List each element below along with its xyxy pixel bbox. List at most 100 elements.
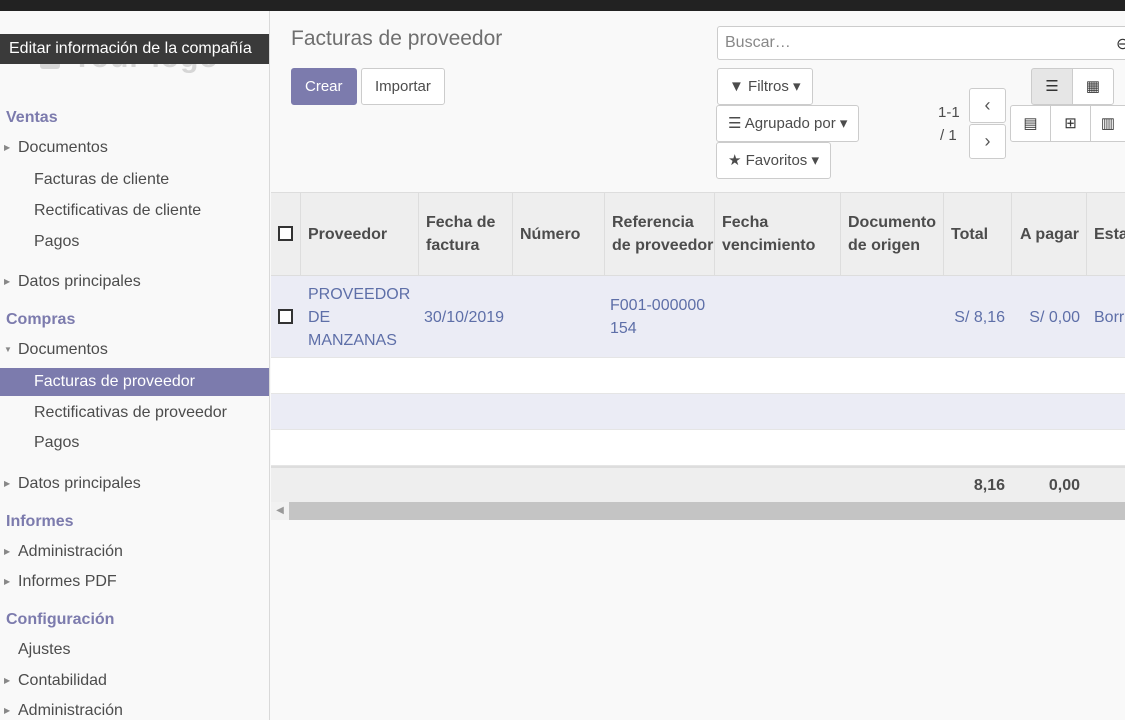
sidebar-item-datos-principales-compras[interactable]: ▶ Datos principales (0, 470, 269, 498)
pager-next-button[interactable]: › (969, 124, 1006, 159)
col-header-origen[interactable]: Documento de origen (841, 193, 944, 275)
import-button[interactable]: Importar (361, 68, 445, 105)
pivot-view-button[interactable]: ⊞ (1050, 105, 1091, 142)
sidebar-item-rectificativas-proveedor[interactable]: Rectificativas de proveedor (0, 399, 269, 427)
favorites-dropdown[interactable]: ★ Favoritos ▾ (716, 142, 832, 179)
filter-icon: ▼ (729, 78, 744, 95)
list-view-button[interactable]: ☰ (1031, 68, 1073, 105)
section-compras[interactable]: Compras (6, 311, 75, 329)
sidebar-item-label: Pagos (34, 434, 80, 451)
table-header: Proveedor Fecha de factura Número Refere… (271, 192, 1125, 276)
pager-range[interactable]: 1-1 (938, 104, 960, 121)
caret-down-icon: ▾ (839, 115, 848, 132)
caret-right-icon: ▶ (4, 479, 11, 488)
groupby-dropdown[interactable]: ☰ Agrupado por ▾ (716, 105, 860, 142)
sidebar-item-label: Contabilidad (18, 672, 107, 689)
caret-right-icon: ▶ (4, 143, 11, 152)
main-content: Facturas de proveedor Crear Importar Bus… (271, 11, 1125, 720)
calendar-view-button[interactable]: ▤ (1010, 105, 1051, 142)
sidebar-item-pagos-compras[interactable]: Pagos (0, 429, 269, 457)
sidebar-item-documentos-ventas[interactable]: ▶ Documentos (0, 134, 269, 162)
empty-row (271, 430, 1125, 466)
section-informes[interactable]: Informes (6, 513, 74, 531)
bar-chart-icon: ▥ (1100, 115, 1116, 132)
cell-vencimiento (715, 276, 841, 358)
table-row[interactable]: PROVEEDOR DE MANZANAS 30/10/2019 F001-00… (271, 276, 1125, 358)
sidebar-item-facturas-proveedor[interactable]: Facturas de proveedor (0, 368, 269, 396)
chevron-right-icon: › (984, 131, 991, 151)
company-logo[interactable]: Your logo Editar información de la compa… (0, 11, 269, 91)
sidebar-item-label: Pagos (34, 233, 80, 250)
sidebar-item-label: Facturas de cliente (34, 171, 170, 188)
caret-right-icon: ▶ (4, 577, 11, 586)
sidebar-item-contabilidad[interactable]: ▶ Contabilidad (0, 667, 269, 695)
sidebar-item-label: Rectificativas de cliente (34, 202, 202, 219)
section-configuracion[interactable]: Configuración (6, 611, 114, 629)
graph-view-button[interactable]: ▥ (1090, 105, 1125, 142)
sidebar-item-label: Datos principales (18, 475, 141, 492)
col-header-fecha-factura[interactable]: Fecha de factura (419, 193, 513, 275)
sidebar-item-datos-principales-ventas[interactable]: ▶ Datos principales (0, 268, 269, 296)
sidebar-item-label: Documentos (18, 341, 108, 358)
col-header-proveedor[interactable]: Proveedor (301, 193, 419, 275)
sidebar-item-ajustes[interactable]: Ajustes (0, 636, 269, 664)
favorites-label: Favoritos (745, 152, 808, 169)
sidebar-item-label: Ajustes (18, 641, 71, 658)
sidebar-item-pagos-ventas[interactable]: Pagos (0, 228, 269, 256)
page-title: Facturas de proveedor (291, 27, 503, 50)
cell-total: S/ 8,16 (954, 308, 1005, 326)
list-icon: ☰ (1045, 78, 1059, 95)
cell-estado: Borra (1094, 308, 1125, 326)
search-icon[interactable]: ⊖ (1116, 34, 1125, 54)
cell-fecha-factura: 30/10/2019 (424, 308, 505, 326)
cell-a-pagar: S/ 0,00 (1029, 308, 1080, 326)
pager-previous-button[interactable]: ‹ (969, 88, 1006, 123)
cell-origen (841, 276, 944, 358)
caret-down-icon: ▾ (793, 78, 801, 95)
star-icon: ★ (728, 152, 742, 169)
col-header-estado[interactable]: Esta (1087, 193, 1125, 275)
bars-icon: ☰ (728, 115, 742, 132)
cell-numero (513, 276, 605, 358)
edit-company-tooltip: Editar información de la compañía (0, 34, 269, 64)
caret-down-icon: ▼ (4, 345, 12, 354)
pager-total: / 1 (940, 127, 957, 144)
caret-right-icon: ▶ (4, 706, 11, 715)
sidebar-item-administracion-informes[interactable]: ▶ Administración (0, 538, 269, 566)
horizontal-scrollbar[interactable]: ◀ (271, 502, 1125, 520)
sidebar-item-label: Facturas de proveedor (34, 373, 195, 390)
sidebar-item-administracion-config[interactable]: ▶ Administración (0, 697, 269, 720)
row-checkbox[interactable] (278, 309, 293, 324)
filters-label: Filtros (748, 78, 789, 95)
grid-icon: ▦ (1085, 78, 1101, 95)
col-header-numero[interactable]: Número (513, 193, 605, 275)
col-header-total[interactable]: Total (944, 193, 1012, 275)
caret-right-icon: ▶ (4, 547, 11, 556)
sidebar-item-informes-pdf[interactable]: ▶ Informes PDF (0, 568, 269, 596)
sidebar-item-rectificativas-cliente[interactable]: Rectificativas de cliente (0, 197, 269, 225)
section-ventas[interactable]: Ventas (6, 109, 58, 127)
col-header-a-pagar[interactable]: A pagar (1012, 193, 1087, 275)
cell-proveedor[interactable]: PROVEEDOR DE MANZANAS (301, 276, 419, 358)
cell-referencia: F001-000000154 (610, 297, 706, 337)
search-input[interactable]: Buscar… (717, 26, 1125, 60)
footer-a-pagar: 0,00 (1048, 477, 1080, 494)
sidebar-item-label: Administración (18, 702, 123, 719)
caret-right-icon: ▶ (4, 277, 11, 286)
col-header-vencimiento[interactable]: Fecha vencimiento (715, 193, 841, 275)
filters-dropdown[interactable]: ▼ Filtros ▾ (717, 68, 813, 105)
sidebar-item-facturas-cliente[interactable]: Facturas de cliente (0, 166, 269, 194)
sidebar-item-documentos-compras[interactable]: ▼ Documentos (0, 336, 269, 364)
sidebar-item-label: Rectificativas de proveedor (34, 404, 227, 421)
table-footer-totals: 8,16 0,00 (271, 466, 1125, 502)
sidebar-item-label: Informes PDF (18, 573, 117, 590)
select-all-checkbox[interactable] (278, 226, 293, 241)
caret-down-icon: ▾ (811, 152, 820, 169)
kanban-view-button[interactable]: ▦ (1072, 68, 1114, 105)
sidebar-item-label: Datos principales (18, 273, 141, 290)
scroll-left-icon[interactable]: ◀ (271, 502, 289, 520)
col-header-referencia[interactable]: Referencia de proveedor (605, 193, 715, 275)
empty-row (271, 394, 1125, 430)
create-button[interactable]: Crear (291, 68, 357, 105)
sidebar-item-label: Administración (18, 543, 123, 560)
